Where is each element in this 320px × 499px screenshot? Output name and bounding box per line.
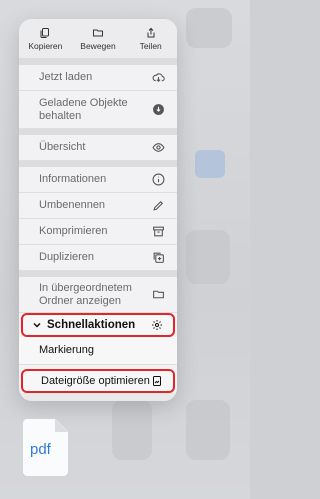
menu-item-label: In übergeordnetem Ordner anzeigen	[39, 281, 132, 307]
background-shape	[186, 400, 230, 460]
menu-item-label: Markierung	[39, 344, 95, 356]
menu-item-info[interactable]: Informationen	[19, 167, 177, 193]
plus-square-icon	[153, 252, 164, 263]
pencil-icon	[153, 200, 164, 211]
menu-item-markup[interactable]: Markierung	[19, 337, 177, 365]
file-type-label: pdf	[30, 441, 51, 458]
copy-icon	[40, 27, 50, 38]
move-label: Bewegen	[80, 40, 116, 51]
menu-item-label: Jetzt laden	[39, 71, 93, 83]
menu-item-label: Geladene Objekte behalten	[39, 96, 128, 122]
menu-item-label: Dateigröße optimieren	[41, 374, 150, 387]
background-shape	[112, 400, 152, 460]
cloud-download-icon	[152, 73, 165, 83]
menu-item-label: Übersicht	[39, 141, 86, 153]
menu-item-compress[interactable]: Komprimieren	[19, 219, 177, 245]
copy-label: Kopieren	[28, 40, 63, 51]
info-icon	[152, 173, 165, 186]
copy-button[interactable]: Kopieren	[19, 19, 72, 58]
background-shape	[186, 8, 232, 48]
menu-item-label: Umbenennen	[39, 199, 106, 211]
share-icon	[147, 27, 155, 37]
quick-actions-label: Schnellaktionen	[47, 319, 136, 331]
chevron-down-icon	[33, 322, 41, 328]
menu-item-optimize-file-size[interactable]: Dateigröße optimieren	[21, 369, 175, 393]
menu-footer-spacer	[19, 393, 177, 401]
background-folder-shape	[195, 150, 225, 178]
menu-item-label: Informationen	[39, 173, 107, 185]
top-actions-row: Kopieren Bewegen Teilen	[19, 19, 177, 59]
menu-item-jetzt-laden[interactable]: Jetzt laden	[19, 65, 177, 91]
menu-item-label: Duplizieren	[39, 251, 95, 263]
context-menu: Kopieren Bewegen Teilen Jetzt laden Gela…	[19, 19, 177, 401]
quick-actions-header[interactable]: Schnellaktionen	[21, 313, 175, 337]
menu-item-show-in-folder[interactable]: In übergeordnetem Ordner anzeigen	[19, 277, 177, 313]
menu-item-duplicate[interactable]: Duplizieren	[19, 245, 177, 271]
folder-icon	[93, 29, 103, 36]
share-label: Teilen	[139, 40, 162, 51]
menu-item-label: Komprimieren	[39, 225, 108, 237]
arrow-down-circle-icon	[153, 104, 164, 115]
move-button[interactable]: Bewegen	[72, 19, 125, 58]
menu-item-keep-downloaded[interactable]: Geladene Objekte behalten	[19, 91, 177, 129]
folder-icon	[153, 290, 164, 299]
gear-icon	[152, 320, 162, 330]
archive-box-icon	[153, 226, 164, 237]
menu-item-rename[interactable]: Umbenennen	[19, 193, 177, 219]
eye-icon	[152, 143, 165, 152]
menu-item-overview[interactable]: Übersicht	[19, 135, 177, 161]
image-doc-icon	[153, 376, 161, 386]
background-shape	[186, 230, 230, 284]
share-button[interactable]: Teilen	[124, 19, 177, 58]
